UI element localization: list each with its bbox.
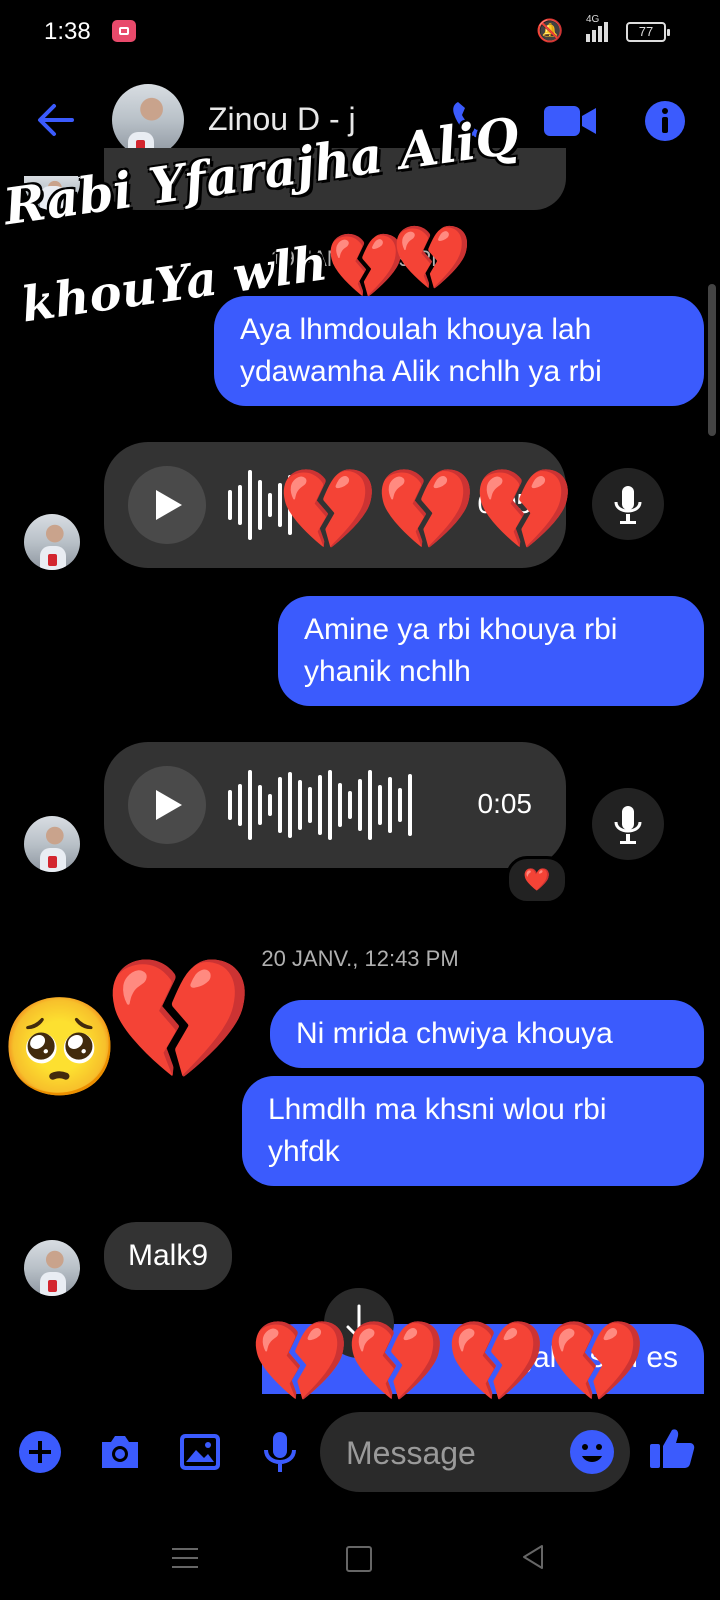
video-camera-icon[interactable] [544,104,596,138]
sender-avatar [24,1240,80,1296]
incoming-message[interactable]: Malk9 [104,1222,233,1290]
scrollbar[interactable] [708,284,716,436]
broken-heart-icon: 💔 [250,1317,350,1406]
sender-avatar [24,514,80,570]
outgoing-message[interactable]: Ni mrida chwiya khouya [270,1000,704,1068]
microphone-icon[interactable] [592,788,664,860]
battery-indicator: 77 [626,22,670,42]
heart-reaction[interactable]: ❤️ [506,856,568,904]
broken-heart-icon: 💔 [346,1317,446,1406]
network-type: 4G [586,14,600,25]
audio-waveform [228,770,412,840]
microphone-icon[interactable] [256,1428,304,1476]
outgoing-message[interactable]: Aya lhmdoulah khouya lah ydawamha Alik n… [214,296,704,406]
plus-icon[interactable] [16,1428,64,1476]
broken-heart-icon: 💔 [392,222,472,294]
home-icon[interactable] [346,1546,372,1572]
broken-heart-icon: 💔 [104,953,254,1087]
audio-duration: 0:05 [477,788,533,819]
broken-heart-icon: 💔 [446,1317,546,1406]
gallery-icon[interactable] [176,1428,224,1476]
back-icon[interactable] [36,100,76,140]
broken-heart-icon: 💔 [376,465,476,554]
message-input[interactable] [344,1426,548,1480]
thumbs-up-icon[interactable] [648,1424,696,1472]
status-time: 1:38 [44,18,91,45]
nav-back-icon[interactable] [518,1542,548,1572]
microphone-icon[interactable] [592,468,664,540]
broken-heart-icon: 💔 [546,1317,646,1406]
message-composer[interactable] [320,1412,630,1492]
play-icon[interactable] [128,466,206,544]
camera-icon[interactable] [96,1428,144,1476]
audio-message[interactable]: 0:05 [104,742,566,868]
broken-heart-icon: 💔 [474,465,574,554]
screen-record-icon [112,20,136,42]
mute-icon: 🔕 [536,18,564,43]
emoji-icon[interactable] [570,1430,614,1474]
menu-icon[interactable] [172,1546,198,1570]
outgoing-message[interactable]: Amine ya rbi khouya rbi yhanik nchlh [278,596,704,706]
pleading-face-icon: 🥺 [0,994,120,1101]
play-icon[interactable] [128,766,206,844]
broken-heart-icon: 💔 [278,465,378,554]
contact-avatar[interactable] [112,84,184,156]
signal-icon: 4G [582,14,612,44]
sender-avatar [24,816,80,872]
info-icon[interactable] [644,100,686,142]
outgoing-message[interactable]: Lhmdlh ma khsni wlou rbi yhfdk [242,1076,704,1186]
